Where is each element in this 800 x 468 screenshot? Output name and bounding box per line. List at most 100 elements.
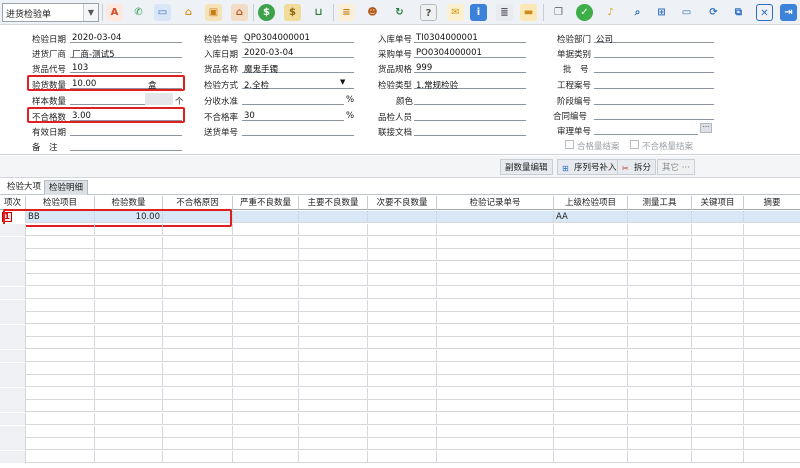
window-icon[interactable]: ⧉ (730, 4, 747, 21)
empty-table-row[interactable] (0, 375, 800, 388)
grid-cell[interactable] (368, 224, 437, 236)
grid-cell[interactable] (233, 312, 299, 325)
grid-cell[interactable] (233, 350, 299, 362)
grid-cell[interactable] (95, 362, 163, 375)
col-header-minor[interactable]: 次要不良数量 (368, 196, 437, 210)
color-field[interactable] (414, 92, 526, 105)
grid-cell[interactable] (368, 236, 437, 249)
grid-cell[interactable] (437, 224, 554, 236)
reviewer-field[interactable] (594, 122, 698, 135)
split-button[interactable]: ✂ 拆分 (617, 159, 657, 175)
grid-cell[interactable] (554, 337, 628, 350)
grid-cell[interactable] (692, 299, 744, 312)
grid-cell[interactable] (692, 400, 744, 413)
cart-icon[interactable]: ⊔ (310, 4, 327, 21)
grid-cell[interactable] (554, 375, 628, 388)
minor-cell[interactable] (368, 211, 437, 223)
grid-cell[interactable] (299, 387, 368, 400)
grid-cell[interactable] (744, 325, 800, 337)
batch-field[interactable] (594, 60, 714, 73)
grid-cell[interactable] (95, 438, 163, 451)
grid-cell[interactable] (299, 249, 368, 262)
grid-cell[interactable] (299, 350, 368, 362)
mail-icon[interactable]: ✉ (447, 4, 464, 21)
grid-cell[interactable] (692, 375, 744, 388)
briefcase-icon[interactable]: ▣ (205, 4, 222, 21)
grid-cell[interactable] (437, 375, 554, 388)
grid-cell[interactable] (744, 300, 800, 312)
contract-no-field[interactable] (594, 107, 714, 120)
grid-cell[interactable] (692, 312, 744, 325)
grid-cell[interactable] (628, 299, 692, 312)
grid-cell[interactable] (437, 312, 554, 325)
grid-cell[interactable] (692, 337, 744, 350)
grid-cell[interactable] (163, 375, 233, 388)
grid-cell[interactable] (554, 287, 628, 299)
grid-cell[interactable] (95, 224, 163, 236)
tab-inspection-detail[interactable]: 检验明细 (44, 180, 89, 195)
grid-cell[interactable] (628, 350, 692, 362)
grid-cell[interactable] (26, 375, 95, 388)
grid-cell[interactable] (744, 350, 800, 362)
grid-cell[interactable] (299, 312, 368, 325)
org-chart-icon[interactable]: ⊞ (653, 4, 670, 21)
grid-cell[interactable] (368, 261, 437, 274)
bell-icon[interactable]: ♪ (602, 4, 619, 21)
grid-cell[interactable] (233, 375, 299, 388)
grid-cell[interactable] (26, 224, 95, 236)
grid-cell[interactable] (554, 425, 628, 438)
grid-cell[interactable] (233, 224, 299, 236)
empty-table-row[interactable] (0, 299, 800, 312)
moisture-field[interactable] (242, 92, 344, 105)
grid-cell[interactable] (26, 287, 95, 299)
grid-cell[interactable] (368, 312, 437, 325)
severe-cell[interactable] (233, 211, 299, 223)
remark-field[interactable] (70, 138, 182, 151)
grid-cell[interactable] (628, 261, 692, 274)
grid-cell[interactable] (368, 438, 437, 451)
grid-cell[interactable] (95, 236, 163, 249)
summary-cell[interactable] (744, 211, 800, 223)
valid-date-field[interactable] (70, 123, 182, 136)
grid-cell[interactable] (744, 363, 800, 375)
grid-cell[interactable] (437, 362, 554, 375)
grid-cell[interactable] (692, 438, 744, 451)
grid-cell[interactable] (95, 413, 163, 425)
qualified-closed-checkbox[interactable] (565, 140, 574, 149)
grid-cell[interactable] (233, 400, 299, 413)
grid-cell[interactable] (95, 249, 163, 262)
stage-no-field[interactable] (594, 92, 714, 105)
grid-cell[interactable] (437, 400, 554, 413)
list-icon[interactable]: ≣ (496, 4, 513, 21)
grid-cell[interactable] (692, 224, 744, 236)
grid-cell[interactable] (163, 387, 233, 400)
grid-cell[interactable] (299, 261, 368, 274)
grid-cell[interactable] (744, 237, 800, 249)
home-icon[interactable]: ⌂ (231, 4, 248, 21)
grid-cell[interactable] (554, 350, 628, 362)
delivery-no-field[interactable] (242, 123, 354, 136)
lock-icon[interactable]: ⌂ (180, 4, 197, 21)
col-header-item[interactable]: 检验项目 (26, 196, 95, 210)
chevron-down-icon[interactable]: ▼ (83, 4, 98, 21)
grid-cell[interactable] (163, 413, 233, 425)
grid-cell[interactable] (233, 274, 299, 287)
grid-cell[interactable] (26, 261, 95, 274)
grid-cell[interactable] (26, 324, 95, 337)
grid-cell[interactable] (692, 236, 744, 249)
grid-cell[interactable] (744, 400, 800, 412)
grid-cell[interactable] (95, 425, 163, 438)
grid-cell[interactable] (299, 324, 368, 337)
empty-table-row[interactable] (0, 261, 800, 274)
phone-icon[interactable]: ✆ (130, 4, 147, 21)
grid-cell[interactable] (26, 362, 95, 375)
tool-cell[interactable] (628, 211, 692, 223)
grid-cell[interactable] (233, 337, 299, 350)
grid-cell[interactable] (26, 312, 95, 325)
grid-cell[interactable] (628, 324, 692, 337)
grid-cell[interactable] (628, 413, 692, 425)
grid-cell[interactable] (437, 413, 554, 425)
grid-cell[interactable] (744, 375, 800, 387)
grid-cell[interactable] (437, 236, 554, 249)
grid-cell[interactable] (368, 274, 437, 287)
